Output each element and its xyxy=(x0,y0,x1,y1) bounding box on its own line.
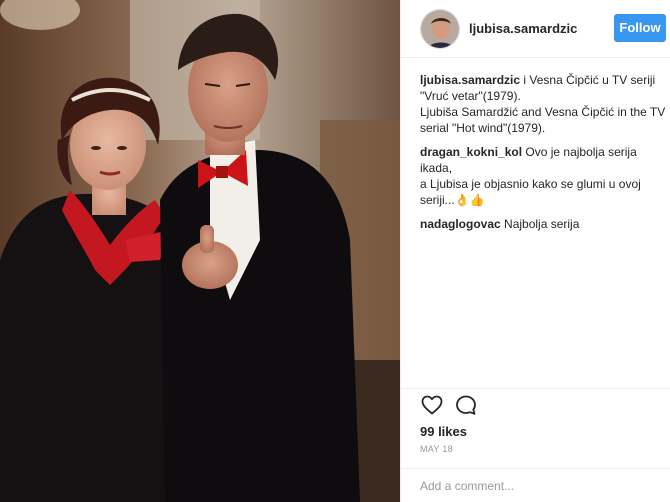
comments-list: ljubisa.samardzic i Vesna Čipčić u TV se… xyxy=(420,72,667,240)
comment-text-line1: Najbolja serija xyxy=(500,217,580,231)
comment-bubble-icon[interactable] xyxy=(454,393,478,417)
instagram-post: ljubisa.samardzic Follow ljubisa.samardz… xyxy=(0,0,670,502)
avatar-image xyxy=(421,10,459,48)
username-link[interactable]: ljubisa.samardzic xyxy=(469,21,577,36)
post-sidebar: ljubisa.samardzic Follow ljubisa.samardz… xyxy=(400,0,670,502)
actions-divider xyxy=(401,388,670,389)
post-header: ljubisa.samardzic Follow xyxy=(401,0,670,58)
likes-count[interactable]: 99 likes xyxy=(420,424,467,439)
caption: ljubisa.samardzic i Vesna Čipčić u TV se… xyxy=(420,72,667,136)
caption-text-line3: Ljubiša Samardžić and Vesna Čipčić in th… xyxy=(420,105,666,119)
comment-text-line2: a Ljubisa je objasnio kako se glumi u ov… xyxy=(420,177,641,191)
caption-text-line2: "Vruć vetar"(1979). xyxy=(420,89,521,103)
comment-username[interactable]: nadaglogovac xyxy=(420,217,501,231)
list-item: dragan_kokni_kol Ovo je najbolja serija … xyxy=(420,144,667,208)
list-item: nadaglogovac Najbolja serija xyxy=(420,216,667,232)
caption-text-line4: serial "Hot wind"(1979). xyxy=(420,121,546,135)
photo-illustration xyxy=(0,0,400,502)
follow-button[interactable]: Follow xyxy=(614,14,666,42)
post-photo[interactable] xyxy=(0,0,400,502)
comment-input[interactable] xyxy=(420,477,650,495)
comment-text-line3: seriji...👌👍 xyxy=(420,193,485,207)
add-comment-bar xyxy=(401,468,670,502)
caption-username[interactable]: ljubisa.samardzic xyxy=(420,73,520,87)
avatar[interactable] xyxy=(420,9,460,49)
comment-username[interactable]: dragan_kokni_kol xyxy=(420,145,522,159)
post-date: MAY 18 xyxy=(420,444,453,454)
heart-icon[interactable] xyxy=(420,393,444,417)
caption-text-line1: i Vesna Čipčić u TV seriji xyxy=(520,73,656,87)
